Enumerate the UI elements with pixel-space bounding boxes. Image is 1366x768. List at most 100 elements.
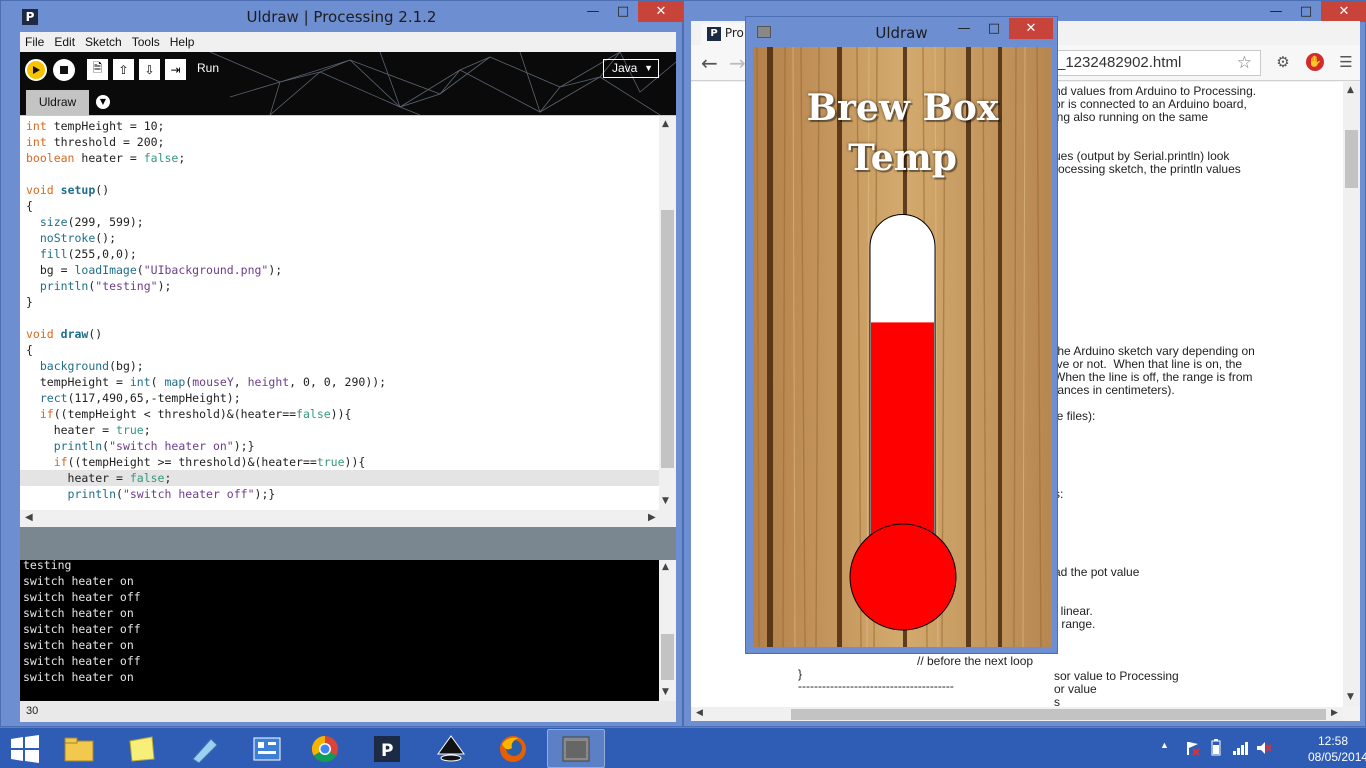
run-button[interactable] [25, 59, 47, 81]
code-line[interactable]: println("switch heater off");} [20, 486, 660, 502]
taskbar-pen-app[interactable] [176, 729, 234, 768]
page-text-line: ing also running on the same [1054, 110, 1209, 124]
open-button[interactable]: ⇧ [113, 59, 134, 80]
code-token: mouseY [192, 375, 234, 389]
scroll-up-icon[interactable]: ▲ [1347, 85, 1354, 95]
bookmark-star-icon[interactable]: ☆ [1237, 53, 1252, 73]
back-arrow-icon[interactable]: ← [701, 51, 718, 75]
code-line[interactable]: int tempHeight = 10; [20, 118, 660, 134]
code-line[interactable] [20, 310, 660, 326]
new-button[interactable]: 🗎 [87, 59, 108, 80]
svg-text:P: P [381, 741, 393, 761]
windows-start-icon[interactable] [9, 734, 41, 764]
taskbar-sketch-window[interactable] [547, 729, 605, 768]
console-scrollbar[interactable]: ▲ ▼ [659, 560, 676, 701]
extension-icon[interactable]: ⚙ [1274, 53, 1292, 71]
menu-help[interactable]: Help [170, 35, 195, 49]
scroll-left-icon[interactable]: ◀ [696, 708, 703, 718]
code-editor[interactable]: int tempHeight = 10; int threshold = 200;… [20, 115, 676, 527]
scroll-right-icon[interactable]: ▶ [648, 512, 656, 523]
taskbar-file-explorer[interactable] [50, 729, 108, 768]
code-line[interactable]: heater = true; [20, 422, 660, 438]
tab-menu-chevron-icon[interactable]: ▼ [96, 95, 110, 109]
scroll-up-icon[interactable]: ▲ [662, 562, 669, 572]
scroll-down-icon[interactable]: ▼ [1347, 692, 1354, 702]
clock-time: 12:58 [1317, 734, 1349, 748]
show-hidden-icons-icon[interactable]: ▲ [1160, 740, 1169, 750]
taskbar-processing[interactable]: P [358, 729, 416, 768]
browser-hscroll-thumb[interactable] [791, 709, 1326, 720]
menu-tools[interactable]: Tools [132, 35, 160, 49]
menu-file[interactable]: File [25, 35, 44, 49]
scroll-left-icon[interactable]: ◀ [25, 512, 33, 523]
maximize-icon[interactable]: □ [1291, 1, 1321, 22]
adblock-icon[interactable]: ✋ [1306, 53, 1324, 71]
editor-vertical-scrollbar[interactable]: ▲ ▼ [659, 116, 676, 511]
code-area[interactable]: int tempHeight = 10; int threshold = 200;… [20, 118, 660, 502]
code-token: ( [136, 263, 144, 277]
menu-edit[interactable]: Edit [54, 35, 75, 49]
console-scroll-thumb[interactable] [661, 634, 674, 680]
scroll-right-icon[interactable]: ▶ [1331, 708, 1338, 718]
taskbar-control-panel[interactable] [238, 729, 296, 768]
editor-horizontal-scrollbar[interactable]: ◀ ▶ [20, 510, 676, 527]
processing-favicon-icon: P [707, 26, 721, 41]
code-line[interactable]: if((tempHeight >= threshold)&(heater==tr… [20, 454, 660, 470]
code-line[interactable]: size(299, 599); [20, 214, 660, 230]
menu-sketch[interactable]: Sketch [85, 35, 122, 49]
save-button[interactable]: ⇩ [139, 59, 160, 80]
browser-vertical-scrollbar[interactable]: ▲ ▼ [1343, 82, 1360, 707]
minimize-icon[interactable]: — [578, 1, 608, 22]
maximize-icon[interactable]: □ [608, 1, 638, 22]
code-line[interactable]: noStroke(); [20, 230, 660, 246]
taskbar-chrome[interactable] [296, 729, 354, 768]
scroll-up-icon[interactable]: ▲ [662, 119, 669, 129]
forward-arrow-icon[interactable]: → [729, 51, 746, 75]
code-line[interactable]: heater = false; [20, 470, 660, 486]
sketch-canvas[interactable]: Brew Box Temp [753, 47, 1052, 647]
tab-uldraw[interactable]: Uldraw [26, 90, 89, 115]
export-button[interactable]: ⇥ [165, 59, 186, 80]
code-line[interactable]: int threshold = 200; [20, 134, 660, 150]
code-line[interactable]: boolean heater = false; [20, 150, 660, 166]
code-line[interactable]: void draw() [20, 326, 660, 342]
minimize-icon[interactable]: — [1261, 1, 1291, 22]
menu-hamburger-icon[interactable]: ☰ [1337, 53, 1355, 71]
browser-horizontal-scrollbar[interactable]: ◀ ▶ [691, 707, 1343, 721]
code-line[interactable]: if((tempHeight < threshold)&(heater==fal… [20, 406, 660, 422]
code-line[interactable]: void setup() [20, 182, 660, 198]
taskbar-firefox[interactable] [484, 729, 542, 768]
code-line[interactable] [20, 166, 660, 182]
code-line[interactable]: println("switch heater on");} [20, 438, 660, 454]
close-icon[interactable]: ✕ [638, 1, 684, 22]
code-line[interactable]: { [20, 342, 660, 358]
action-center-flag-icon[interactable] [1184, 740, 1200, 756]
taskbar-sticky-notes[interactable] [113, 729, 171, 768]
battery-icon[interactable] [1208, 739, 1224, 757]
taskbar-inkscape[interactable] [422, 729, 480, 768]
code-line[interactable]: } [20, 294, 660, 310]
stop-button[interactable] [53, 59, 75, 81]
scroll-down-icon[interactable]: ▼ [662, 496, 669, 506]
signal-strength-icon[interactable] [1232, 740, 1248, 756]
code-line[interactable]: background(bg); [20, 358, 660, 374]
maximize-icon[interactable]: □ [979, 18, 1009, 39]
code-line[interactable]: println("testing"); [20, 278, 660, 294]
volume-muted-icon[interactable] [1256, 740, 1272, 756]
scroll-down-icon[interactable]: ▼ [662, 687, 669, 697]
code-token: "switch heater off" [122, 487, 255, 501]
mode-selector[interactable]: Java ▼ [603, 59, 659, 78]
code-token: background [39, 359, 110, 373]
taskbar-clock[interactable]: 12:58 08/05/2014 [1308, 733, 1366, 765]
code-line[interactable]: bg = loadImage("UIbackground.png"); [20, 262, 660, 278]
browser-scroll-thumb[interactable] [1345, 130, 1358, 188]
editor-scroll-thumb[interactable] [661, 210, 674, 468]
code-line[interactable]: fill(255,0,0); [20, 246, 660, 262]
code-line[interactable]: { [20, 198, 660, 214]
close-icon[interactable]: ✕ [1009, 18, 1053, 39]
code-line[interactable]: tempHeight = int( map(mouseY, height, 0,… [20, 374, 660, 390]
minimize-icon[interactable]: — [949, 18, 979, 39]
code-line[interactable]: rect(117,490,65,-tempHeight); [20, 390, 660, 406]
close-icon[interactable]: ✕ [1321, 1, 1366, 22]
